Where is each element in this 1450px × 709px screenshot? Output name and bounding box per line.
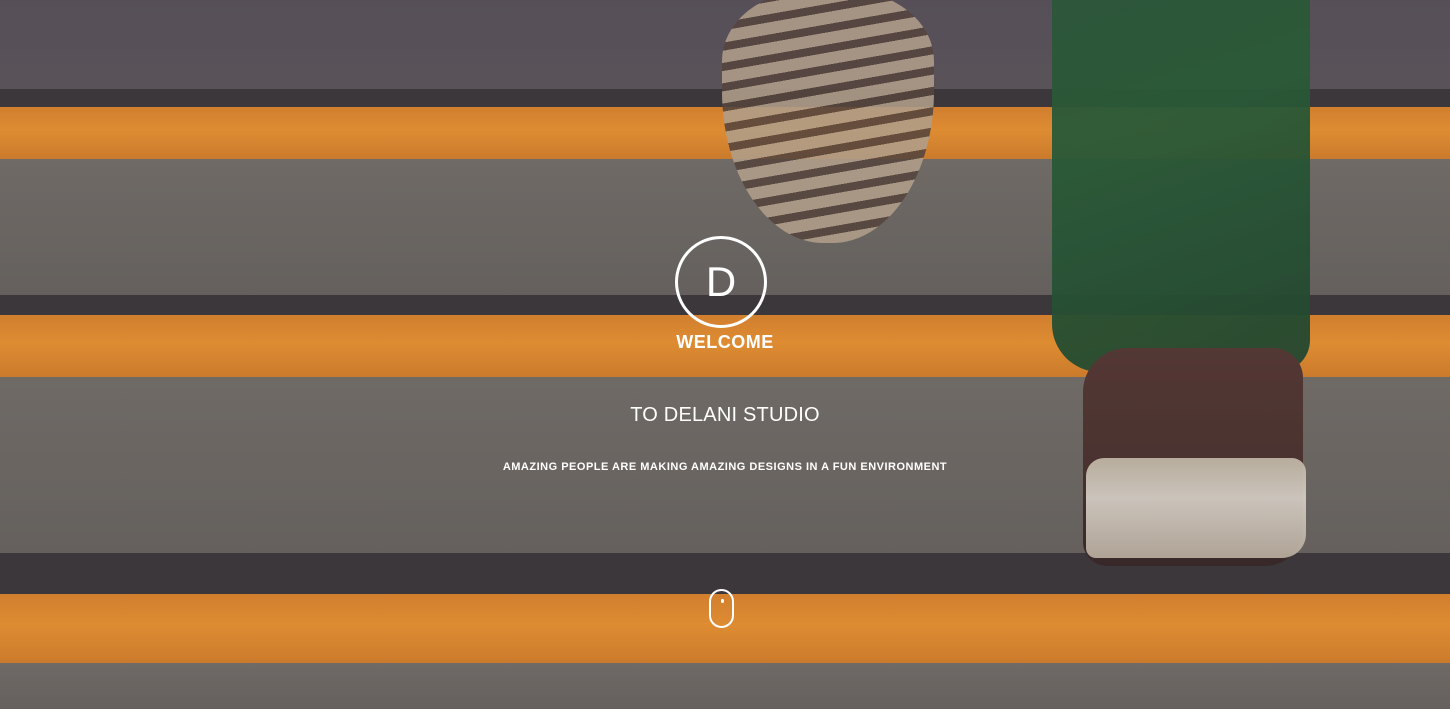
logo-circle-icon: D — [675, 236, 767, 328]
mouse-scroll-icon[interactable] — [709, 589, 734, 628]
mouse-wheel-icon — [721, 599, 724, 603]
hero-section: D WELCOME TO DELANI STUDIO AMAZING PEOPL… — [0, 0, 1450, 709]
hero-tagline: AMAZING PEOPLE ARE MAKING AMAZING DESIGN… — [502, 461, 948, 473]
hero-content: D WELCOME TO DELANI STUDIO AMAZING PEOPL… — [0, 0, 1450, 709]
logo-letter: D — [705, 258, 737, 305]
studio-subheading: TO DELANI STUDIO — [630, 404, 820, 426]
welcome-heading: WELCOME — [676, 332, 774, 352]
